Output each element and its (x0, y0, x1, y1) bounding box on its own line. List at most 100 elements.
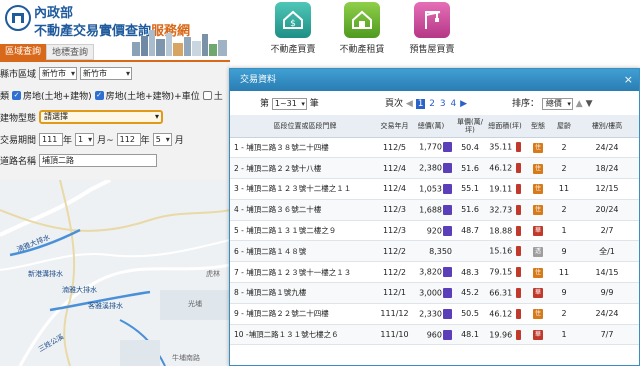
cell-total-price: 960 (409, 324, 453, 346)
area-detail-icon[interactable] (515, 329, 521, 340)
area-label: 縣市區域 (0, 69, 37, 80)
map-label: 新港溝排水 (28, 269, 63, 278)
table-row[interactable]: 5 - 埔頂二路１３１號二樓之９ 112/3 920 48.7 18.88 華 1 2/7 (230, 220, 639, 242)
building-type-select[interactable]: 請選擇 (39, 110, 164, 124)
page-label: 頁次 (385, 99, 404, 109)
cell-type: 華 (523, 324, 553, 346)
page-number[interactable]: 3 (440, 99, 446, 109)
col-header-date[interactable]: 交易年月 (380, 115, 409, 138)
cell-date: 112/1 (380, 282, 409, 304)
col-header-total-price[interactable]: 總價(萬) (409, 115, 453, 138)
pager-suffix: 筆 (309, 99, 319, 109)
area-text: 46.12 (489, 309, 513, 319)
map-view[interactable]: 湳雅大排水 新港溝排水 湳雅大排水 客雅溪排水 光埔 虎林 牛埔南路 三姓公溪 (0, 180, 230, 366)
area-text: 35.11 (489, 142, 513, 152)
price-detail-icon[interactable] (443, 287, 452, 298)
year-to-input[interactable]: 112 (116, 132, 141, 146)
checkbox-house-land-parking[interactable]: ✓ (94, 90, 104, 100)
sort-select[interactable]: 總價 (541, 98, 573, 110)
map-label: 湳雅大排水 (15, 232, 51, 253)
tab-area-search[interactable]: 區域查詢 (0, 44, 47, 60)
col-header-address[interactable]: 區段位置或區段門牌 (230, 115, 380, 138)
area-detail-icon[interactable] (515, 287, 521, 298)
month-from-select[interactable]: 1 (75, 132, 95, 146)
price-detail-icon[interactable] (443, 183, 452, 194)
svg-text:$: $ (290, 19, 296, 29)
area-detail-icon[interactable] (515, 246, 521, 257)
checkbox-land[interactable]: ✓ (202, 90, 212, 100)
cell-total-price: 3,820 (409, 261, 453, 284)
checkbox-house-land[interactable]: ✓ (12, 90, 22, 100)
price-detail-icon[interactable] (443, 204, 452, 215)
nav-presale-house[interactable]: 預售屋買賣 (396, 2, 468, 55)
area-text: 66.31 (489, 288, 513, 298)
tab-landmark-search[interactable]: 地標查詢 (46, 44, 95, 60)
sort-desc-icon[interactable]: ▼ (586, 99, 593, 109)
cell-address: 8 - 埔頂二路１號九樓 (230, 282, 380, 304)
price-detail-icon[interactable] (443, 142, 452, 153)
area-detail-icon[interactable] (515, 308, 521, 319)
sort-asc-icon[interactable]: ▲ (576, 99, 583, 109)
table-row[interactable]: 10 -埔頂二路１３１號七樓之６ 111/10 960 48.1 19.96 華 1 7/7 (230, 324, 639, 346)
prev-page-icon[interactable]: ◀ (406, 99, 413, 109)
table-row[interactable]: 8 - 埔頂二路１號九樓 112/1 3,000 45.2 66.31 華 9 9/9 (230, 282, 639, 304)
page-number[interactable]: 4 (451, 99, 457, 109)
col-header-unit-price[interactable]: 單價(萬/坪) (453, 115, 487, 138)
nav-real-estate-sale[interactable]: $ 不動產買賣 (257, 2, 329, 55)
month-to-select[interactable]: 5 (152, 132, 172, 146)
area-detail-icon[interactable] (515, 225, 521, 236)
cell-date: 112/3 (380, 199, 409, 221)
cell-total-price: 8,350 (409, 240, 453, 263)
table-row[interactable]: 7 - 埔頂二路１２３號十一樓之１３ 112/2 3,820 48.3 79.15 住1… (230, 261, 639, 284)
search-panel: 縣市區域 新竹市 新竹市 類 ✓ 房地(土地+建物) ✓ 房地(土地+建物)+車… (0, 62, 230, 180)
building-type-badge: 華 (533, 288, 543, 299)
page-number[interactable]: 2 (429, 99, 435, 109)
table-row[interactable]: 2 - 埔頂二路２２號十八樓 112/4 2,380 51.6 46.12 住 2 18/2… (230, 157, 639, 180)
area-detail-icon[interactable] (515, 142, 521, 153)
next-page-icon[interactable]: ▶ (460, 99, 467, 109)
table-row[interactable]: 3 - 埔頂二路１２３號十二樓之１１ 112/4 1,053 55.1 19.11 住1… (230, 178, 639, 200)
area-detail-icon[interactable] (515, 163, 521, 174)
table-row[interactable]: 9 - 埔頂二路２２號二十四樓 111/12 2,330 50.5 46.12 住 2 24… (230, 303, 639, 325)
cell-floor: 12/15 (575, 178, 639, 200)
map-label: 光埔 (188, 299, 202, 308)
ministry-emblem-icon (5, 5, 31, 31)
price-detail-icon[interactable] (443, 267, 452, 278)
cell-total-price: 3,000 (409, 282, 453, 304)
col-header-age[interactable]: 屋齡 (553, 115, 575, 138)
table-row[interactable]: 6 - 埔頂二路１４８號 112/2 8,350 15.16 透 9 全/1 (230, 240, 639, 263)
price-detail-icon[interactable] (443, 308, 452, 319)
price-detail-icon[interactable] (443, 163, 452, 174)
type-row: 類 ✓ 房地(土地+建物) ✓ 房地(土地+建物)+車位 ✓ 土 (0, 87, 226, 103)
col-header-area[interactable]: 總面積(坪) (487, 115, 523, 138)
close-icon[interactable]: × (624, 69, 633, 91)
area-text: 79.15 (489, 267, 513, 277)
area-detail-icon[interactable] (515, 204, 521, 215)
page-number-current[interactable]: 1 (415, 99, 426, 109)
price-detail-icon[interactable] (443, 329, 452, 340)
cell-type: 華 (523, 282, 553, 304)
building-type-badge: 住 (533, 163, 543, 174)
record-range-select[interactable]: 1~31 (271, 98, 307, 110)
dialog-header: 交易資料 × (230, 69, 639, 91)
year-from-input[interactable]: 111 (39, 132, 64, 146)
table-row[interactable]: 1 - 埔頂二路３８號二十四樓 112/5 1,770 50.4 35.11 住 2 24/… (230, 137, 639, 159)
total-price-text: 1,770 (419, 142, 442, 152)
price-detail-icon[interactable] (443, 225, 452, 236)
cell-total-price: 2,380 (409, 157, 453, 180)
col-header-type[interactable]: 型態 (523, 115, 553, 138)
map-label: 牛埔南路 (172, 353, 200, 362)
area-detail-icon[interactable] (515, 267, 521, 278)
area-detail-icon[interactable] (515, 183, 521, 194)
nav-real-estate-rent[interactable]: 不動產租賃 (326, 2, 398, 55)
road-name-input[interactable]: 埔頂二路 (39, 153, 158, 167)
district-select[interactable]: 新竹市 (80, 66, 133, 80)
cell-floor: 24/24 (575, 137, 639, 159)
table-row[interactable]: 4 - 埔頂二路３６號二十樓 112/3 1,688 51.6 32.73 住 2 20/2… (230, 199, 639, 221)
cell-area: 19.96 (487, 324, 523, 346)
county-select[interactable]: 新竹市 (39, 66, 78, 80)
col-header-floor[interactable]: 樓別/樓高 (575, 115, 639, 138)
cell-area: 79.15 (487, 261, 523, 284)
cell-area: 18.88 (487, 220, 523, 242)
crane-icon (414, 2, 450, 38)
